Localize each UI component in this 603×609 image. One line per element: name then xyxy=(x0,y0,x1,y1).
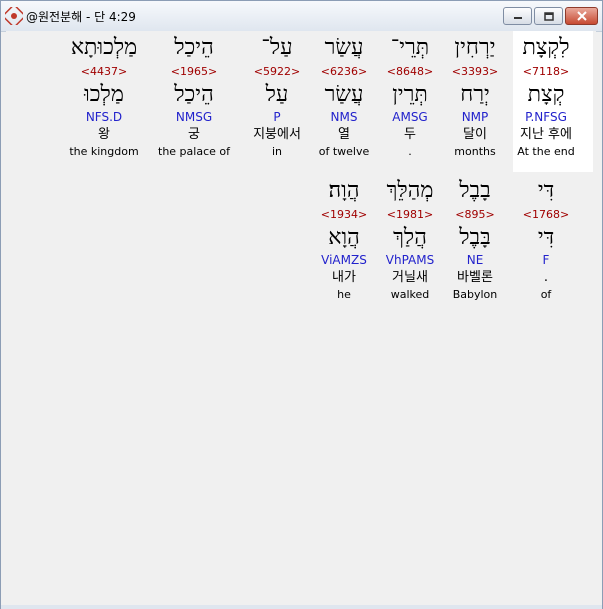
korean-gloss: 지난 후에 xyxy=(520,127,572,142)
hebrew-word: לִקְצָת xyxy=(522,35,570,60)
interlinear-view: לִקְצָת <7118> קְצָת P.NFSG 지난 후에 At the end י… xyxy=(6,31,596,605)
word-column[interactable]: בָבֶל <895> בָּבֶל NE 바벨론 Babylon xyxy=(437,177,513,303)
lemma-word: דִּי xyxy=(537,225,555,250)
lemma-word: הֲוָא xyxy=(328,225,360,250)
hebrew-word: מְהַלֵּךְ xyxy=(386,178,434,203)
morphology-code: NMP xyxy=(461,110,489,124)
word-column[interactable]: מְהַלֵּךְ <1981> הֲלַךְ VhPAMS 거닐새 walked xyxy=(372,177,448,303)
english-gloss: in xyxy=(271,145,283,158)
english-gloss: he xyxy=(337,288,351,301)
hebrew-word: תְּרֵי־ xyxy=(390,35,430,60)
english-gloss: Babylon xyxy=(452,288,498,301)
word-column[interactable]: עַל־ <5922> עַל P 지붕에서 in xyxy=(239,34,315,160)
lemma-word: קְצָת xyxy=(527,82,565,107)
korean-gloss: 두 xyxy=(404,127,416,142)
app-logo-icon xyxy=(5,7,23,25)
word-column[interactable]: דִּי <1768> דִּי F. of xyxy=(508,177,584,303)
strong-number[interactable]: <1981> xyxy=(372,207,448,223)
morphology-code: ViAMZS xyxy=(321,253,367,267)
strong-number[interactable]: <7118> xyxy=(508,64,584,80)
hebrew-word: עֲשַׂר xyxy=(324,35,364,60)
hebrew-word: בָבֶל xyxy=(459,178,491,203)
lemma-word: הֲלַךְ xyxy=(393,225,427,250)
strong-number[interactable]: <4437> xyxy=(66,64,142,80)
hebrew-word: עַל־ xyxy=(261,35,293,60)
strong-number[interactable]: <1934> xyxy=(306,207,382,223)
english-gloss: of twelve xyxy=(318,145,370,158)
english-gloss: . xyxy=(408,145,412,158)
english-gloss: the kingdom xyxy=(69,145,139,158)
english-gloss: of xyxy=(540,288,552,301)
word-column[interactable]: לִקְצָת <7118> קְצָת P.NFSG 지난 후에 At the end xyxy=(508,34,584,160)
korean-gloss: 왕 xyxy=(98,127,110,142)
morphology-code: P xyxy=(273,110,281,124)
word-column[interactable]: תְּרֵי־ <8648> תְּרֵין AMSG 두. xyxy=(372,34,448,160)
strong-number[interactable]: <3393> xyxy=(437,64,513,80)
morphology-code: NFS.D xyxy=(85,110,123,124)
hebrew-word: דִּי xyxy=(537,178,555,203)
window-title: @원전분해 - 단 4:29 xyxy=(26,10,136,24)
close-button[interactable] xyxy=(565,7,598,25)
word-column[interactable]: מַלְכוּתָא <4437> מַלְכוּ NFS.D 왕 the kingdom xyxy=(66,34,142,160)
korean-gloss: 달이 xyxy=(463,127,487,142)
strong-number[interactable]: <8648> xyxy=(372,64,448,80)
korean-gloss: 열 xyxy=(338,127,350,142)
morphology-code: NE xyxy=(466,253,484,267)
minimize-icon xyxy=(513,17,522,19)
close-icon xyxy=(576,11,587,21)
hebrew-word: הֲוָה׃ xyxy=(328,178,360,203)
korean-gloss: 거닐새 xyxy=(392,270,428,285)
morphology-code: F xyxy=(542,253,550,267)
lemma-word: בָּבֶל xyxy=(459,225,491,250)
english-gloss: walked xyxy=(390,288,430,301)
morphology-code: VhPAMS xyxy=(385,253,435,267)
korean-gloss: . xyxy=(543,270,549,285)
hebrew-word: מַלְכוּתָא xyxy=(70,35,138,60)
word-column[interactable]: יַרְחִין <3393> יְרַח NMP 달이 months xyxy=(437,34,513,160)
morphology-code: NMSG xyxy=(175,110,213,124)
korean-gloss: 지붕에서 xyxy=(253,127,301,142)
maximize-icon xyxy=(543,11,554,21)
title-bar[interactable]: @원전분해 - 단 4:29 xyxy=(1,1,602,32)
english-gloss: months xyxy=(454,145,496,158)
strong-number[interactable]: <6236> xyxy=(306,64,382,80)
lemma-word: עַל xyxy=(265,82,289,107)
morphology-code: AMSG xyxy=(392,110,428,124)
strong-number[interactable]: <1965> xyxy=(156,64,232,80)
english-gloss: the palace of xyxy=(158,145,230,158)
korean-gloss: 내가 xyxy=(332,270,356,285)
strong-number[interactable]: <5922> xyxy=(239,64,315,80)
hebrew-word: הֵיכַל xyxy=(174,35,214,60)
lemma-word: תְּרֵין xyxy=(392,82,428,107)
strong-number[interactable]: <1768> xyxy=(508,207,584,223)
minimize-button[interactable] xyxy=(503,7,532,25)
maximize-button[interactable] xyxy=(534,7,563,25)
word-column[interactable]: הֵיכַל <1965> הֵיכַל NMSG 궁 the palace of xyxy=(156,34,232,160)
strong-number[interactable]: <895> xyxy=(437,207,513,223)
word-column[interactable]: עֲשַׂר <6236> עֲשַׂר NMS 열 of twelve xyxy=(306,34,382,160)
english-gloss: At the end xyxy=(517,145,575,158)
lemma-word: הֵיכַל xyxy=(174,82,214,107)
app-window: @원전분해 - 단 4:29 לִקְצָת <7118> קְצָת P.NFSG 지… xyxy=(0,0,603,609)
morphology-code: P.NFSG xyxy=(525,110,567,124)
lemma-word: עֲשַׂר xyxy=(324,82,364,107)
korean-gloss: 바벨론 xyxy=(457,270,493,285)
morphology-code: NMS xyxy=(330,110,358,124)
word-column[interactable]: הֲוָה׃ <1934> הֲוָא ViAMZS 내가 he xyxy=(306,177,382,303)
window-bottom-border xyxy=(1,605,602,609)
hebrew-word: יַרְחִין xyxy=(454,35,496,60)
lemma-word: יְרַח xyxy=(460,82,490,107)
korean-gloss: 궁 xyxy=(188,127,200,142)
lemma-word: מַלְכוּ xyxy=(84,82,124,107)
